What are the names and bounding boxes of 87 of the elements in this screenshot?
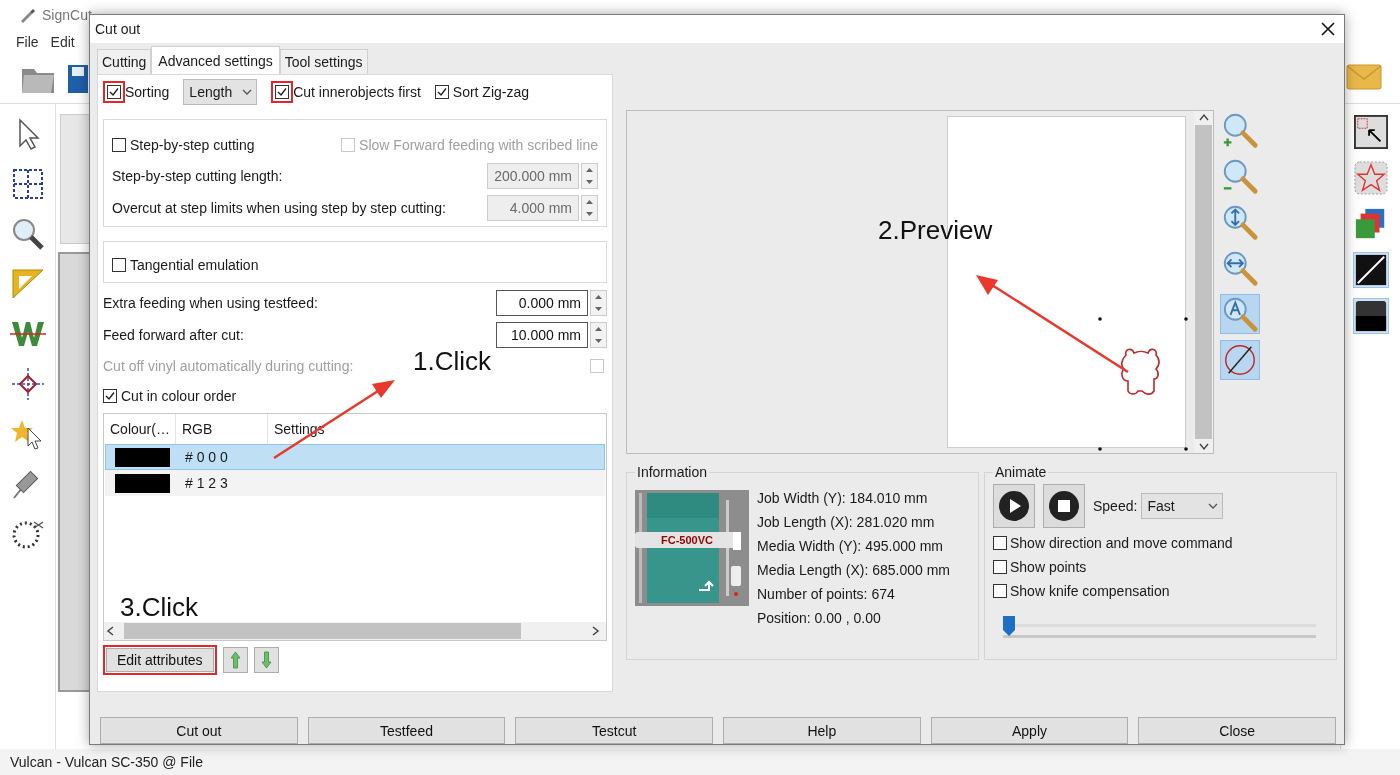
dialog-button[interactable]: Help — [723, 717, 921, 744]
square-icon[interactable] — [1352, 298, 1389, 334]
table-row[interactable]: # 1 2 3 — [105, 470, 605, 496]
slider-thumb[interactable] — [1003, 616, 1015, 636]
info-text: Number of points: 674 — [757, 586, 896, 602]
animation-slider[interactable] — [1003, 616, 1316, 638]
tab[interactable]: Cutting — [97, 49, 152, 74]
status-text: Vulcan - Vulcan SC-350 @ File — [10, 754, 203, 770]
spin-buttons[interactable] — [590, 290, 607, 316]
point-mark — [1184, 317, 1188, 321]
annotation-label: 2.Preview — [878, 215, 993, 246]
info-text: Media Length (X): 685.000 mm — [757, 562, 950, 578]
checkbox[interactable] — [112, 258, 126, 272]
info-text: Job Width (Y): 184.010 mm — [757, 490, 929, 506]
diagonal-icon[interactable] — [1352, 252, 1389, 288]
checkbox[interactable] — [993, 560, 1007, 574]
tab[interactable]: Tool settings — [279, 49, 368, 74]
info-text: Media Width (Y): 495.000 mm — [757, 538, 944, 554]
field-label: Feed forward after cut: — [103, 327, 244, 343]
checkbox-label: Step-by-step cutting — [130, 137, 255, 153]
group-title: Information — [636, 464, 709, 480]
checkbox-label: Cut off vinyl automatically during cutting: — [103, 358, 354, 374]
dialog-button[interactable]: Cut out — [100, 717, 298, 744]
spin-buttons[interactable] — [581, 163, 598, 189]
checkbox[interactable] — [993, 536, 1007, 550]
annotation-label: 1.Click — [413, 346, 491, 377]
checkbox-label: Slow Forward feeding with scribed line — [359, 137, 598, 153]
menu-item[interactable]: Edit — [50, 34, 75, 50]
info-text: Job Length (X): 281.020 mm — [757, 514, 936, 530]
checkbox-label: Show points — [1010, 559, 1087, 575]
caret-icon — [1208, 503, 1219, 509]
annotation-label: 3.Click — [120, 592, 198, 623]
menu-item[interactable]: File — [16, 34, 39, 50]
speed-label: Speed: — [1093, 498, 1138, 514]
table-row[interactable]: # 0 0 0 — [105, 444, 605, 470]
scrollbar-thumb[interactable] — [1195, 125, 1212, 439]
info-text: Position: 0.00 , 0.00 — [757, 610, 882, 626]
number-field[interactable]: 10.000 mm — [496, 322, 588, 348]
point-mark — [1098, 317, 1102, 321]
checkbox-label: Cut in colour order — [121, 388, 237, 404]
up-arrow-button[interactable] — [222, 647, 248, 673]
spin-buttons[interactable] — [581, 195, 598, 221]
zoom-auto-icon[interactable] — [1220, 294, 1260, 334]
checkbox-label: Tangential emulation — [130, 257, 259, 273]
stop-button[interactable] — [1043, 484, 1085, 528]
select-frame-icon[interactable] — [1352, 114, 1389, 150]
play-icon — [998, 490, 1030, 522]
scroll-down-icon[interactable] — [1197, 443, 1210, 451]
crosshair-icon[interactable] — [9, 366, 46, 402]
checkbox-label: Show knife compensation — [1010, 583, 1170, 599]
field-label: Overcut at step limits when using step by step cutting: — [112, 200, 446, 216]
speed-dropdown[interactable]: Fast — [1141, 493, 1224, 519]
table-cell: # 0 0 0 — [185, 449, 228, 465]
dialog-button[interactable]: Apply — [930, 717, 1129, 744]
group-title: Animate — [994, 464, 1048, 480]
point-mark — [1098, 447, 1102, 451]
dialog-button[interactable]: Testcut — [515, 717, 713, 744]
close-icon[interactable] — [1320, 21, 1336, 37]
checkbox[interactable] — [103, 389, 117, 403]
spin-buttons[interactable] — [590, 322, 607, 348]
edit-attributes-button[interactable]: Edit attributes — [106, 648, 214, 672]
scrollbar-thumb[interactable] — [124, 623, 521, 639]
number-field[interactable]: 0.000 mm — [496, 290, 588, 316]
field-label: Extra feeding when using testfeed: — [103, 295, 318, 311]
sort-dropdown[interactable]: Length — [183, 79, 258, 105]
caret-icon — [242, 89, 253, 95]
tab[interactable]: Advanced settings — [151, 46, 280, 74]
table-cell: # 1 2 3 — [185, 475, 228, 491]
circle-slash-icon[interactable] — [1220, 340, 1260, 380]
checkbox[interactable] — [112, 138, 126, 152]
dialog-button[interactable]: Testfeed — [307, 717, 506, 744]
checkbox[interactable] — [434, 85, 449, 99]
dialog-title: Cut out — [95, 21, 141, 37]
point-mark — [1184, 447, 1188, 451]
stop-icon — [1048, 490, 1080, 522]
checkbox-label: Show direction and move command — [1010, 535, 1233, 551]
checkbox-label: Sort Zig-zag — [452, 84, 530, 100]
field-label: Step-by-step cutting length: — [112, 168, 283, 184]
checkbox[interactable] — [993, 584, 1007, 598]
app-title: SignCut — [42, 7, 92, 23]
dialog-button[interactable]: Close — [1138, 717, 1337, 744]
down-arrow-button[interactable] — [253, 647, 279, 673]
checkbox-label: Cut innerobjects first — [293, 84, 421, 100]
device-model-label: FC-500VC — [661, 534, 713, 546]
scroll-up-icon[interactable] — [1197, 113, 1210, 121]
checkbox-label: Sorting — [125, 84, 170, 100]
play-button[interactable] — [993, 484, 1035, 528]
